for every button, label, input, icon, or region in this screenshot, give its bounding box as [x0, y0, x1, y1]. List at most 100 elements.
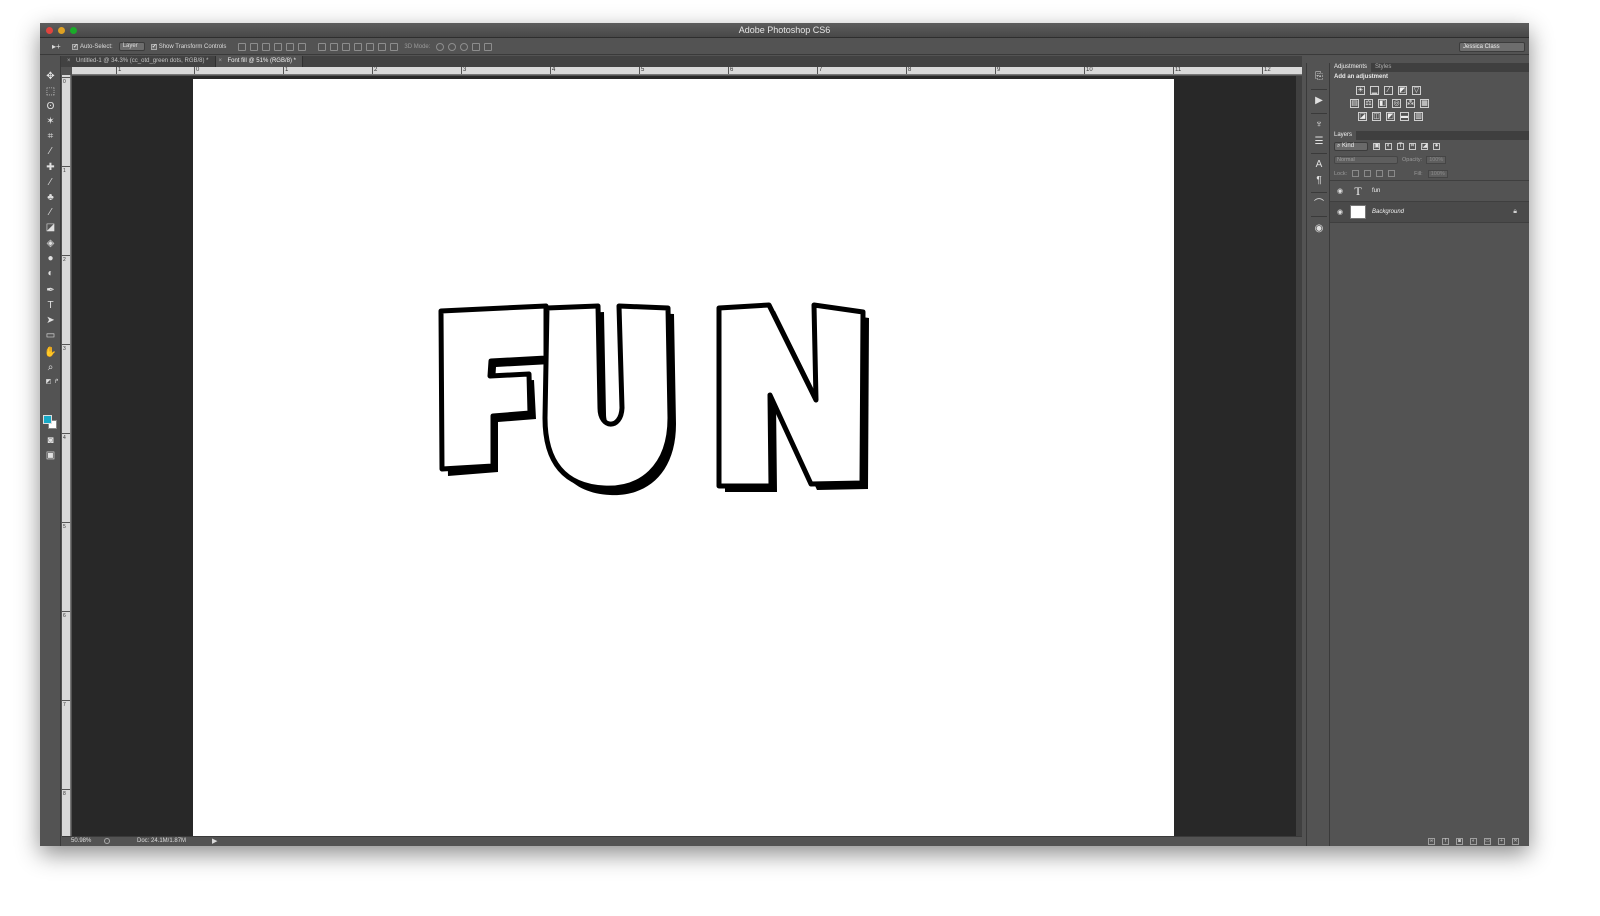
status-menu-arrow-icon[interactable]: ▶ — [212, 837, 217, 846]
visibility-eye-icon[interactable]: ◉ — [1334, 187, 1346, 195]
type-tool-icon[interactable]: T — [44, 300, 57, 312]
clock-icon[interactable] — [104, 838, 110, 844]
brush-tool-icon[interactable]: ⁄ — [44, 177, 57, 189]
eraser-tool-icon[interactable]: ◪ — [44, 222, 57, 234]
align-right-icon[interactable] — [298, 42, 307, 51]
screen-mode-icon[interactable]: ▣ — [44, 450, 57, 462]
zoom-tool-icon[interactable]: ⌕ — [44, 362, 57, 374]
lock-transparent-icon[interactable] — [1352, 170, 1360, 177]
filter-toggle-icon[interactable]: ● — [1433, 143, 1440, 150]
filter-type-icon[interactable]: T — [1397, 143, 1404, 150]
magic-wand-tool-icon[interactable]: ✶ — [44, 116, 57, 128]
zoom-window-button[interactable] — [70, 27, 77, 34]
new-group-icon[interactable]: ▭ — [1484, 837, 1491, 845]
threshold-icon[interactable]: ◩ — [1386, 112, 1395, 121]
lock-pixels-icon[interactable] — [1364, 170, 1372, 177]
invert-icon[interactable]: ◪ — [1358, 112, 1367, 121]
tab-font-fill[interactable]: × Font fill @ 51% (RGB/8) * — [215, 56, 303, 67]
blend-mode-dropdown[interactable]: Normal — [1334, 156, 1398, 164]
distribute-bottom-icon[interactable] — [342, 42, 351, 51]
color-balance-icon[interactable]: ⚖ — [1364, 99, 1373, 108]
character-panel-icon[interactable]: A — [1313, 159, 1325, 171]
selective-color-icon[interactable]: ▥ — [1414, 112, 1423, 121]
distribute-top-icon[interactable] — [318, 42, 327, 51]
rotate-3d-icon[interactable] — [436, 42, 445, 51]
tab-styles[interactable]: Styles — [1371, 63, 1395, 72]
tab-untitled-1[interactable]: × Untitled-1 @ 34.3% (cc_otd_green dots,… — [64, 56, 216, 67]
quick-mask-icon[interactable]: ◙ — [44, 435, 57, 447]
auto-align-icon[interactable] — [390, 42, 399, 51]
curves-icon[interactable]: ⁄ — [1384, 86, 1393, 95]
marquee-tool-icon[interactable]: ⬚ — [44, 86, 57, 98]
exposure-icon[interactable]: ◩ — [1398, 86, 1407, 95]
new-adjustment-layer-icon[interactable]: ◐ — [1470, 837, 1477, 845]
close-tab-icon[interactable]: × — [67, 56, 71, 67]
filter-kind-dropdown[interactable]: ⌕ Kind — [1334, 142, 1368, 151]
photo-filter-icon[interactable]: ◎ — [1392, 99, 1401, 108]
lasso-tool-icon[interactable]: ʘ — [44, 101, 57, 113]
history-panel-icon[interactable]: ⎘ — [1313, 71, 1325, 83]
new-layer-icon[interactable]: + — [1498, 837, 1505, 845]
layer-background[interactable]: ◉ Background 🔒︎ — [1330, 202, 1529, 223]
close-tab-icon[interactable]: × — [219, 56, 223, 67]
add-mask-icon[interactable]: ◙ — [1456, 837, 1463, 845]
show-transform-controls-checkbox[interactable]: ✓ Show Transform Controls — [150, 43, 226, 50]
visibility-eye-icon[interactable]: ◉ — [1334, 208, 1346, 216]
pen-tool-icon[interactable]: ✒ — [44, 285, 57, 297]
foreground-color-swatch[interactable] — [43, 415, 52, 424]
healing-brush-tool-icon[interactable]: ✚ — [44, 162, 57, 174]
align-bottom-icon[interactable] — [262, 42, 271, 51]
align-top-icon[interactable] — [238, 42, 247, 51]
posterize-icon[interactable]: ◫ — [1372, 112, 1381, 121]
path-selection-tool-icon[interactable]: ➤ — [44, 315, 57, 327]
blur-tool-icon[interactable]: ● — [44, 253, 57, 265]
canvas-pasteboard[interactable] — [72, 76, 1296, 836]
tab-layers[interactable]: Layers — [1330, 131, 1357, 140]
info-panel-icon[interactable]: ◉ — [1313, 223, 1325, 235]
workspace-switcher[interactable]: Jessica Class — [1459, 42, 1525, 52]
brush-presets-icon[interactable]: ♆ — [1313, 119, 1325, 131]
levels-icon[interactable]: ▁ — [1370, 86, 1379, 95]
auto-select-dropdown[interactable]: Layer — [118, 42, 145, 51]
channel-mixer-icon[interactable]: ⁂ — [1406, 99, 1415, 108]
lock-all-icon[interactable] — [1388, 170, 1396, 177]
roll-3d-icon[interactable] — [448, 42, 457, 51]
eyedropper-tool-icon[interactable]: ⁄ — [44, 146, 57, 158]
history-brush-tool-icon[interactable]: ⁄ — [44, 207, 57, 219]
layer-style-icon[interactable]: f — [1442, 837, 1449, 845]
crop-tool-icon[interactable]: ⌗ — [44, 131, 57, 143]
opacity-field[interactable]: 100% — [1426, 156, 1447, 164]
fill-field[interactable]: 100% — [1427, 169, 1448, 178]
distribute-vcenter-icon[interactable] — [330, 42, 339, 51]
lock-position-icon[interactable] — [1376, 170, 1384, 177]
distribute-right-icon[interactable] — [378, 42, 387, 51]
delete-layer-icon[interactable]: ✕ — [1512, 837, 1519, 845]
vibrance-icon[interactable]: ▽ — [1412, 86, 1421, 95]
document-artboard[interactable] — [193, 79, 1174, 836]
align-vcenter-icon[interactable] — [250, 42, 259, 51]
hue-saturation-icon[interactable]: ▤ — [1350, 99, 1359, 108]
black-white-icon[interactable]: ◧ — [1378, 99, 1387, 108]
filter-smart-object-icon[interactable]: ◪ — [1421, 143, 1428, 150]
brightness-contrast-icon[interactable]: ☀ — [1356, 86, 1365, 95]
layer-fun[interactable]: ◉ T fun — [1330, 181, 1529, 202]
rectangle-tool-icon[interactable]: ▭ — [44, 330, 57, 342]
actions-panel-icon[interactable]: ▶ — [1313, 95, 1325, 107]
layer-name[interactable]: Background — [1372, 209, 1404, 215]
brush-settings-icon[interactable]: ☰ — [1313, 136, 1325, 148]
slide-3d-icon[interactable] — [472, 42, 481, 51]
tab-adjustments[interactable]: Adjustments — [1330, 63, 1372, 72]
hand-tool-icon[interactable]: ✋ — [44, 347, 57, 359]
drag-3d-icon[interactable] — [460, 42, 469, 51]
vertical-scrollbar[interactable] — [1296, 76, 1302, 836]
move-tool-preset-icon[interactable]: ▸+ — [52, 42, 66, 52]
paths-panel-icon[interactable]: ⌒ — [1313, 199, 1325, 211]
distribute-left-icon[interactable] — [354, 42, 363, 51]
align-hcenter-icon[interactable] — [286, 42, 295, 51]
minimize-window-button[interactable] — [58, 27, 65, 34]
paint-bucket-tool-icon[interactable]: ◈ — [44, 238, 57, 250]
clone-stamp-tool-icon[interactable]: ♣ — [44, 192, 57, 204]
gradient-map-icon[interactable]: ▬ — [1400, 112, 1409, 121]
filter-shape-icon[interactable]: ⌗ — [1409, 143, 1416, 150]
layer-name[interactable]: fun — [1372, 188, 1380, 194]
